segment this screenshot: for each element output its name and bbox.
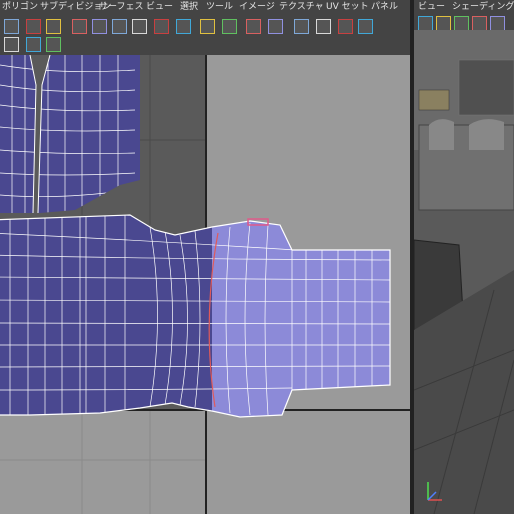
perspective-viewport[interactable] bbox=[414, 30, 514, 514]
texture-display-icon[interactable] bbox=[294, 19, 309, 34]
menu-image[interactable]: イメージ bbox=[239, 1, 275, 14]
snapshot-icon[interactable] bbox=[268, 19, 283, 34]
menu-persp-view[interactable]: ビュー bbox=[418, 1, 445, 14]
sew-uv-icon[interactable] bbox=[154, 19, 169, 34]
picture-frame bbox=[418, 89, 450, 111]
smooth-shade-icon[interactable] bbox=[454, 16, 469, 31]
uv-texture-editor: ポリゴン サブディビジョン サーフェス ビュー 選択 ツール イメージ テクスチ… bbox=[0, 0, 410, 514]
flip-v-icon[interactable] bbox=[72, 19, 87, 34]
menu-uv-set[interactable]: UV セット bbox=[326, 1, 369, 14]
cut-uv-icon[interactable] bbox=[132, 19, 147, 34]
relax-icon[interactable] bbox=[246, 19, 261, 34]
select-uv-icon[interactable] bbox=[4, 37, 19, 52]
menu-select[interactable]: 選択 bbox=[180, 1, 198, 14]
perspective-toolbar bbox=[414, 15, 514, 31]
shaded-uv-icon[interactable] bbox=[358, 19, 373, 34]
isolate-icon[interactable] bbox=[338, 19, 353, 34]
flip-u-icon[interactable] bbox=[46, 37, 61, 52]
uv-editor-menubar: ポリゴン サブディビジョン サーフェス ビュー 選択 ツール イメージ テクスチ… bbox=[0, 0, 410, 15]
scale-uv-icon[interactable] bbox=[46, 19, 61, 34]
align-uv-icon[interactable] bbox=[200, 19, 215, 34]
menu-texture[interactable]: テクスチャ bbox=[279, 1, 324, 14]
cushion bbox=[429, 119, 454, 150]
uv-grid-canvas[interactable] bbox=[0, 55, 410, 514]
camera-icon[interactable] bbox=[418, 16, 433, 31]
wireframe-icon[interactable] bbox=[436, 16, 451, 31]
menu-polygon[interactable]: ポリゴン bbox=[2, 1, 38, 14]
uv-editor-toolbar bbox=[0, 15, 410, 55]
menu-view[interactable]: ビュー bbox=[146, 1, 173, 14]
rotate-uv-icon[interactable] bbox=[26, 37, 41, 52]
grid-snap-icon[interactable] bbox=[4, 19, 19, 34]
move-uv-icon[interactable] bbox=[26, 19, 41, 34]
rotate-ccw-icon[interactable] bbox=[112, 19, 127, 34]
light-icon[interactable] bbox=[490, 16, 505, 31]
perspective-menubar: ビュー シェーディング bbox=[414, 0, 514, 15]
texture-icon[interactable] bbox=[472, 16, 487, 31]
menu-surface[interactable]: サーフェス bbox=[99, 1, 143, 14]
cushion bbox=[469, 119, 504, 150]
shelf bbox=[458, 59, 514, 116]
perspective-panel: ビュー シェーディング bbox=[414, 0, 514, 514]
checker-icon[interactable] bbox=[316, 19, 331, 34]
unfold-icon[interactable] bbox=[222, 19, 237, 34]
rotate-cw-icon[interactable] bbox=[92, 19, 107, 34]
menu-tool[interactable]: ツール bbox=[206, 1, 233, 14]
menu-shading[interactable]: シェーディング bbox=[452, 1, 514, 14]
menu-panel[interactable]: パネル bbox=[371, 1, 398, 14]
layout-uv-icon[interactable] bbox=[176, 19, 191, 34]
